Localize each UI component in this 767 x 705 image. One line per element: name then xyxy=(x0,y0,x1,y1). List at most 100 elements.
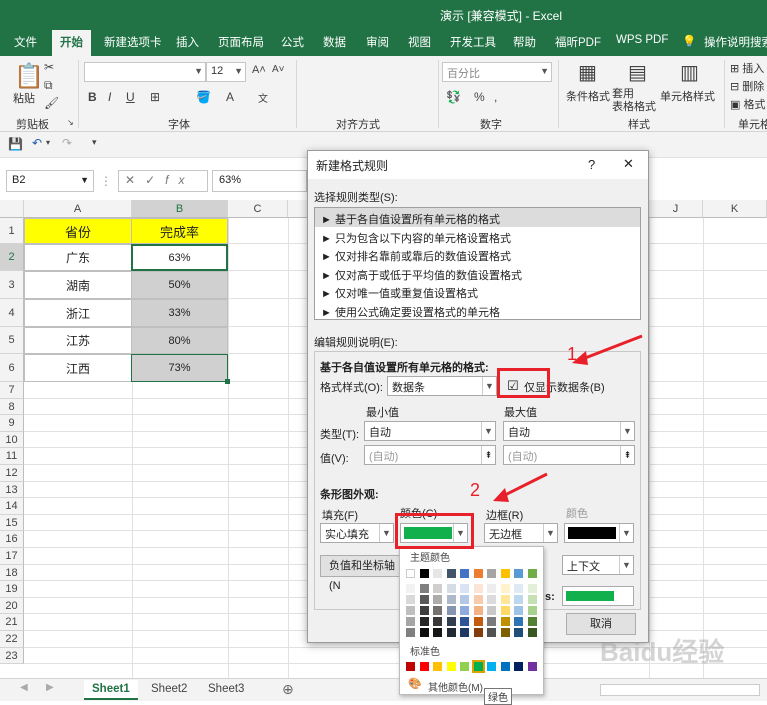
tab-data[interactable]: 数据 xyxy=(323,34,346,50)
underline-icon[interactable]: U xyxy=(126,90,135,104)
row-header[interactable]: 4 xyxy=(0,299,24,327)
fill-color-icon[interactable]: 🪣 xyxy=(196,90,211,104)
format-style-select[interactable]: 数据条 ▼ xyxy=(387,376,497,396)
cell-style-icon[interactable]: ▥ xyxy=(680,60,699,85)
theme-shade-swatch[interactable] xyxy=(446,628,456,637)
name-box[interactable]: B2 ▼ xyxy=(6,170,94,192)
completion-cell[interactable]: 50% xyxy=(131,271,228,299)
phonetic-icon[interactable]: 文 xyxy=(258,90,268,105)
theme-color-swatch[interactable] xyxy=(419,569,429,578)
rule-type-item[interactable]: ► 使用公式确定要设置格式的单元格 xyxy=(315,301,640,320)
theme-shade-swatch[interactable] xyxy=(406,595,415,604)
row-header[interactable]: 2 xyxy=(0,244,24,271)
negative-axis-button[interactable]: 负值和坐标轴(N xyxy=(320,555,406,592)
row-header[interactable]: 9 xyxy=(0,415,24,432)
theme-shade-swatch[interactable] xyxy=(419,617,429,626)
theme-shade-swatch[interactable] xyxy=(406,617,415,626)
row-header[interactable]: 6 xyxy=(0,354,24,382)
percent-icon[interactable]: % xyxy=(474,90,485,104)
standard-color-swatch[interactable] xyxy=(446,662,456,671)
font-size-combo[interactable]: 12 ▼ xyxy=(206,62,246,82)
theme-shade-swatch[interactable] xyxy=(487,595,496,604)
tab-wps-pdf[interactable]: WPS PDF xyxy=(616,34,668,46)
rule-type-item[interactable]: ► 仅对排名靠前或靠后的数值设置格式 xyxy=(315,245,640,264)
theme-shade-swatch[interactable] xyxy=(487,606,496,615)
standard-color-swatch[interactable] xyxy=(460,662,469,671)
standard-color-swatch[interactable] xyxy=(514,662,523,671)
theme-color-swatch[interactable] xyxy=(433,569,442,578)
column-header-a[interactable]: A xyxy=(24,200,132,218)
delete-cells-button[interactable]: ⊟ 删除 xyxy=(730,78,764,94)
theme-color-swatch[interactable] xyxy=(460,569,469,578)
customize-qat-icon[interactable]: ▾ xyxy=(92,137,97,148)
row-header[interactable]: 21 xyxy=(0,614,24,631)
column-header-b[interactable]: B xyxy=(132,200,228,218)
standard-color-swatch[interactable] xyxy=(500,662,510,671)
theme-shade-swatch[interactable] xyxy=(446,617,456,626)
rule-type-item[interactable]: ► 只为包含以下内容的单元格设置格式 xyxy=(315,227,640,246)
formula-buttons[interactable]: ✕✓fx xyxy=(118,170,208,192)
row-header[interactable]: 15 xyxy=(0,514,24,532)
tab-help[interactable]: 帮助 xyxy=(513,34,536,50)
row-header[interactable]: 3 xyxy=(0,271,24,299)
sheet-tab-2[interactable]: Sheet2 xyxy=(143,680,195,700)
theme-color-swatch[interactable] xyxy=(500,569,510,578)
row-header[interactable]: 23 xyxy=(0,647,24,665)
theme-shade-swatch[interactable] xyxy=(500,617,510,626)
tab-developer[interactable]: 开发工具 xyxy=(450,34,496,50)
completion-cell[interactable]: 33% xyxy=(131,299,228,327)
theme-color-swatch[interactable] xyxy=(446,569,456,578)
theme-shade-swatch[interactable] xyxy=(487,584,496,593)
theme-shade-swatch[interactable] xyxy=(473,617,483,626)
rule-type-list[interactable]: ► 基于各自值设置所有单元格的格式 ► 只为包含以下内容的单元格设置格式 ► 仅… xyxy=(314,207,641,320)
theme-color-swatch[interactable] xyxy=(527,569,537,578)
column-header-k[interactable]: K xyxy=(703,200,767,218)
direction-select[interactable]: 上下文 ▼ xyxy=(562,555,634,575)
column-header-c[interactable]: C xyxy=(228,200,288,218)
row-header[interactable]: 10 xyxy=(0,431,24,449)
theme-shade-swatch[interactable] xyxy=(460,584,469,593)
min-type-select[interactable]: 自动 ▼ xyxy=(364,421,496,441)
row-header[interactable]: 17 xyxy=(0,548,24,565)
border-color-picker[interactable]: ▼ xyxy=(564,523,634,543)
add-sheet-icon[interactable]: ⊕ xyxy=(282,681,294,698)
theme-shade-swatch[interactable] xyxy=(446,595,456,604)
enter-icon[interactable]: ✓ xyxy=(145,173,165,187)
row-header[interactable]: 1 xyxy=(0,218,24,244)
increase-font-icon[interactable]: A˄ xyxy=(252,64,266,76)
theme-shade-swatch[interactable] xyxy=(406,584,415,593)
copy-icon[interactable]: ⧉ xyxy=(44,78,53,93)
chevron-down-icon[interactable]: ▾ xyxy=(46,138,50,147)
tab-view[interactable]: 视图 xyxy=(408,34,431,50)
color-palette-dropdown[interactable]: 主题颜色 标准色 🎨 其他颜色(M)... xyxy=(399,546,544,695)
theme-color-swatch[interactable] xyxy=(473,569,483,578)
standard-color-swatch[interactable] xyxy=(487,662,496,671)
column-header-j[interactable]: J xyxy=(649,200,703,218)
number-format-combo[interactable]: 百分比 ▼ xyxy=(442,62,552,82)
horizontal-scrollbar[interactable] xyxy=(600,684,760,696)
theme-shade-swatch[interactable] xyxy=(487,628,496,637)
theme-shade-swatch[interactable] xyxy=(527,628,537,637)
province-cell[interactable]: 湖南 xyxy=(24,271,132,299)
sheet-tab-1[interactable]: Sheet1 xyxy=(84,680,138,700)
tab-review[interactable]: 审阅 xyxy=(366,34,389,50)
max-value-input[interactable]: (自动) ⇞ xyxy=(503,445,635,465)
help-button[interactable]: ? xyxy=(588,157,595,172)
more-colors-button[interactable]: 其他颜色(M)... xyxy=(428,679,491,694)
fx-icon[interactable]: fx xyxy=(165,173,194,187)
theme-shade-swatch[interactable] xyxy=(419,595,429,604)
fill-handle[interactable] xyxy=(225,379,230,384)
row-header[interactable]: 8 xyxy=(0,398,24,416)
theme-shade-swatch[interactable] xyxy=(527,606,537,615)
theme-shade-swatch[interactable] xyxy=(527,617,537,626)
border-select[interactable]: 无边框 ▼ xyxy=(484,523,558,543)
row-header[interactable]: 16 xyxy=(0,531,24,548)
theme-shade-swatch[interactable] xyxy=(527,584,537,593)
theme-shade-swatch[interactable] xyxy=(406,628,415,637)
cell-style-button[interactable]: 单元格样式 xyxy=(660,88,715,104)
bold-icon[interactable]: B xyxy=(88,90,97,104)
province-cell[interactable]: 浙江 xyxy=(24,299,132,327)
standard-color-swatch[interactable] xyxy=(471,660,485,673)
row-header[interactable]: 11 xyxy=(0,448,24,465)
tab-page-layout[interactable]: 页面布局 xyxy=(218,34,264,50)
